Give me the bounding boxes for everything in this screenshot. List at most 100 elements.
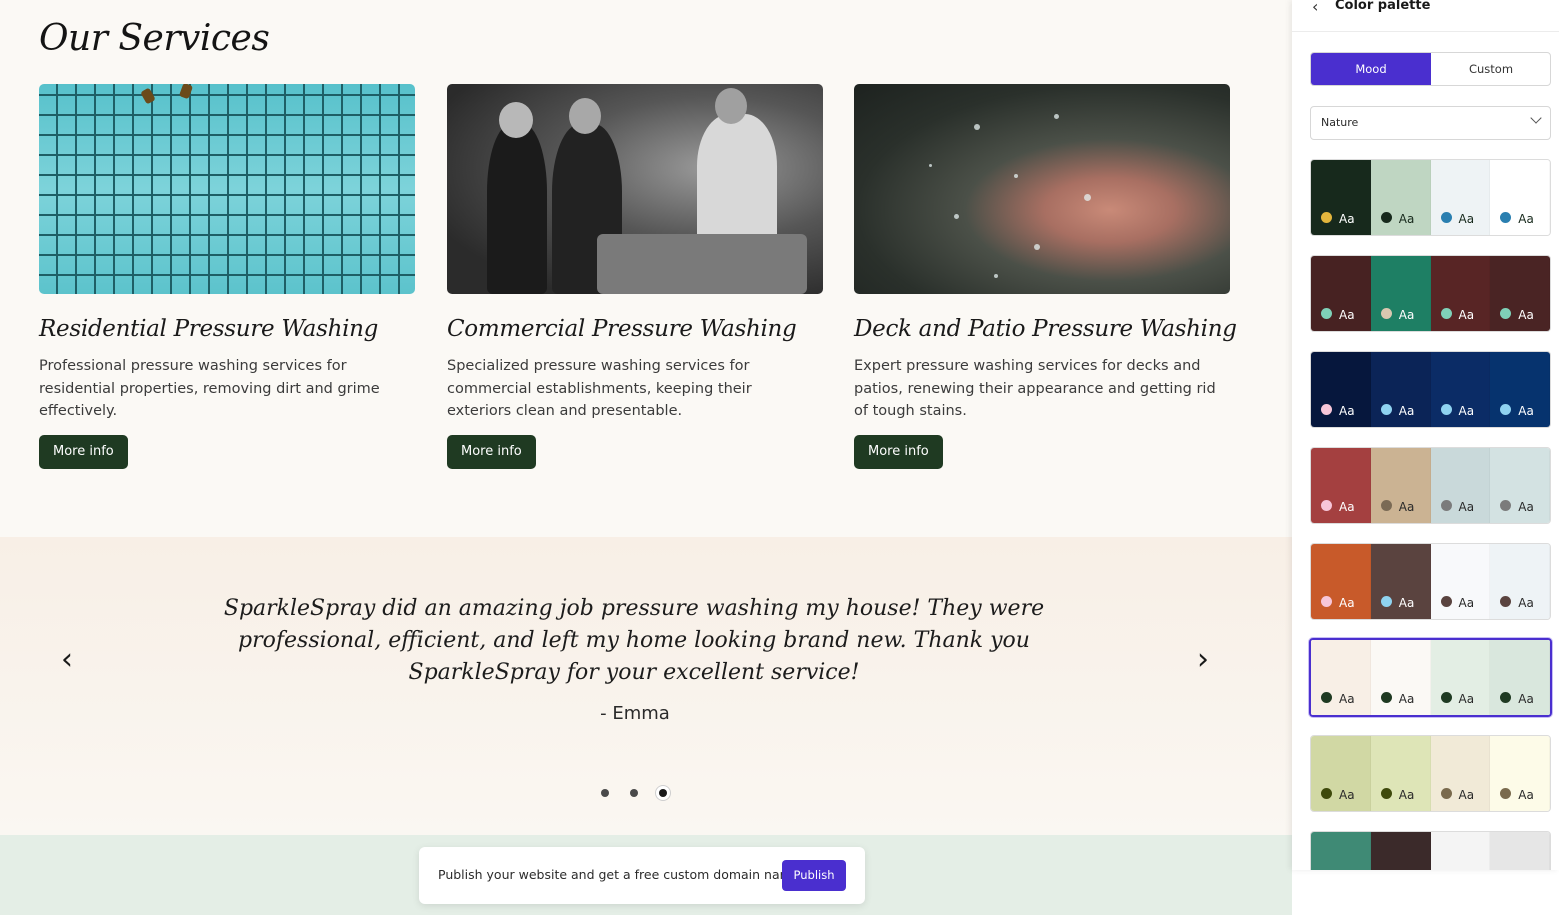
swatch-accent-dot xyxy=(1500,500,1512,511)
palette-swatch: Aa xyxy=(1490,544,1550,619)
swatch-text-sample: Aa xyxy=(1518,692,1534,706)
palette-swatch: Aa xyxy=(1430,640,1491,715)
swatch-accent-dot xyxy=(1440,788,1452,799)
swatch-text-sample: Aa xyxy=(1458,596,1475,610)
palette-swatch: Aa xyxy=(1311,256,1371,331)
swatch-accent-dot xyxy=(1321,788,1332,799)
swatch-accent-dot xyxy=(1500,212,1512,223)
swatch-accent-dot xyxy=(1321,500,1332,511)
palette-swatch xyxy=(1490,832,1550,870)
swatch-text-sample: Aa xyxy=(1398,404,1415,418)
swatch-text-sample: Aa xyxy=(1518,500,1534,514)
swatch-accent-dot xyxy=(1440,596,1452,607)
palette-swatch: Aa xyxy=(1490,160,1550,235)
swatch-text-sample: Aa xyxy=(1458,212,1475,226)
swatch-text-sample: Aa xyxy=(1398,500,1415,514)
carousel-dot[interactable] xyxy=(630,789,638,797)
more-info-button[interactable]: More info xyxy=(39,434,128,469)
swatch-accent-dot xyxy=(1500,596,1512,607)
palette-option[interactable]: Aa Aa Aa Aa xyxy=(1310,255,1551,332)
services-heading: Our Services xyxy=(39,18,270,59)
website-preview: Our Services Residential Pressure Washin… xyxy=(0,0,1292,915)
tab-custom[interactable]: Custom xyxy=(1431,53,1550,85)
swatch-accent-dot xyxy=(1440,404,1452,415)
publish-text: Publish your website and get a free cust… xyxy=(438,867,800,882)
card-description: Specialized pressure washing services fo… xyxy=(447,358,752,419)
swatch-text-sample: Aa xyxy=(1339,596,1355,610)
mood-select-value: Nature xyxy=(1321,116,1359,129)
swatch-accent-dot xyxy=(1380,788,1392,799)
swatch-accent-dot xyxy=(1440,692,1452,703)
palette-swatch: Aa xyxy=(1311,352,1371,427)
panel-header: ‹ Color palette xyxy=(1292,0,1559,32)
swatch-text-sample: Aa xyxy=(1339,308,1355,322)
service-card-deck-patio: Deck and Patio Pressure Washing Expert p… xyxy=(854,84,1237,469)
swatch-accent-dot xyxy=(1440,212,1452,223)
testimonial-section: ‹ SparkleSpray did an amazing job pressu… xyxy=(0,537,1292,835)
swatch-text-sample: Aa xyxy=(1518,788,1534,802)
swatch-text-sample: Aa xyxy=(1398,596,1415,610)
chevron-left-icon[interactable]: ‹ xyxy=(1312,0,1318,16)
palette-mode-toggle: Mood Custom xyxy=(1310,52,1551,86)
testimonial-quote: SparkleSpray did an amazing job pressure… xyxy=(223,596,1045,685)
mood-select[interactable]: Nature xyxy=(1310,106,1551,140)
window-cleaner-figure xyxy=(140,87,156,105)
swatch-accent-dot xyxy=(1380,692,1392,703)
swatch-text-sample: Aa xyxy=(1339,500,1355,514)
chevron-right-icon[interactable]: › xyxy=(1188,645,1218,675)
swatch-accent-dot xyxy=(1440,500,1452,511)
window-cleaner-figure xyxy=(178,84,194,100)
swatch-text-sample: Aa xyxy=(1339,212,1355,226)
carousel-dots xyxy=(0,782,1268,801)
more-info-button[interactable]: More info xyxy=(854,434,943,469)
swatch-text-sample: Aa xyxy=(1398,692,1415,706)
palette-option[interactable]: Aa Aa Aa Aa xyxy=(1310,351,1551,428)
palette-swatch: Aa xyxy=(1370,352,1431,427)
swatch-accent-dot xyxy=(1380,596,1392,607)
palette-option[interactable]: Aa Aa Aa Aa xyxy=(1310,159,1551,236)
palette-swatch: Aa xyxy=(1490,736,1550,811)
service-card-residential: Residential Pressure Washing Professiona… xyxy=(39,84,415,469)
carousel-dot[interactable] xyxy=(600,789,609,797)
swatch-accent-dot xyxy=(1321,212,1332,223)
palette-option[interactable]: Aa Aa Aa Aa xyxy=(1310,543,1551,620)
palette-swatch: Aa xyxy=(1430,736,1491,811)
service-image-building xyxy=(39,84,415,294)
palette-swatch: Aa xyxy=(1490,640,1550,715)
card-title: Commercial Pressure Washing xyxy=(447,316,797,342)
color-palette-panel: ‹ Color palette Mood Custom Nature Aa Aa A… xyxy=(1292,0,1559,870)
card-description: Professional pressure washing services f… xyxy=(39,358,380,419)
swatch-accent-dot xyxy=(1380,212,1392,223)
card-title: Deck and Patio Pressure Washing xyxy=(854,316,1237,342)
palette-option[interactable]: Aa Aa Aa Aa xyxy=(1310,735,1551,812)
swatch-text-sample: Aa xyxy=(1339,692,1355,706)
chevron-down-icon xyxy=(1530,112,1542,124)
palette-swatch: Aa xyxy=(1370,544,1431,619)
palette-swatch: Aa xyxy=(1490,256,1550,331)
card-title: Residential Pressure Washing xyxy=(39,316,379,342)
palette-swatch xyxy=(1311,832,1371,870)
swatch-accent-dot xyxy=(1500,692,1512,703)
carousel-dot-active[interactable] xyxy=(659,789,668,797)
swatch-accent-dot xyxy=(1321,308,1332,319)
swatch-accent-dot xyxy=(1380,308,1392,319)
swatch-text-sample: Aa xyxy=(1518,212,1534,226)
palette-swatch: Aa xyxy=(1370,736,1431,811)
more-info-button[interactable]: More info xyxy=(447,434,536,469)
swatch-text-sample: Aa xyxy=(1339,788,1355,802)
palette-swatch: Aa xyxy=(1430,448,1491,523)
palette-option[interactable]: Aa Aa Aa Aa xyxy=(1310,447,1551,524)
chevron-left-icon[interactable]: ‹ xyxy=(52,645,82,675)
palette-swatch: Aa xyxy=(1311,160,1371,235)
palette-option[interactable] xyxy=(1310,831,1551,870)
swatch-text-sample: Aa xyxy=(1398,308,1415,322)
palette-swatch: Aa xyxy=(1370,256,1431,331)
publish-button[interactable]: Publish xyxy=(782,860,846,891)
swatch-text-sample: Aa xyxy=(1458,308,1475,322)
service-image-water-hands xyxy=(854,84,1230,294)
palette-option-selected[interactable]: Aa Aa Aa Aa xyxy=(1309,638,1552,717)
tab-mood[interactable]: Mood xyxy=(1311,53,1431,85)
palette-swatch: Aa xyxy=(1490,352,1550,427)
swatch-text-sample: Aa xyxy=(1458,500,1475,514)
swatch-text-sample: Aa xyxy=(1518,308,1534,322)
